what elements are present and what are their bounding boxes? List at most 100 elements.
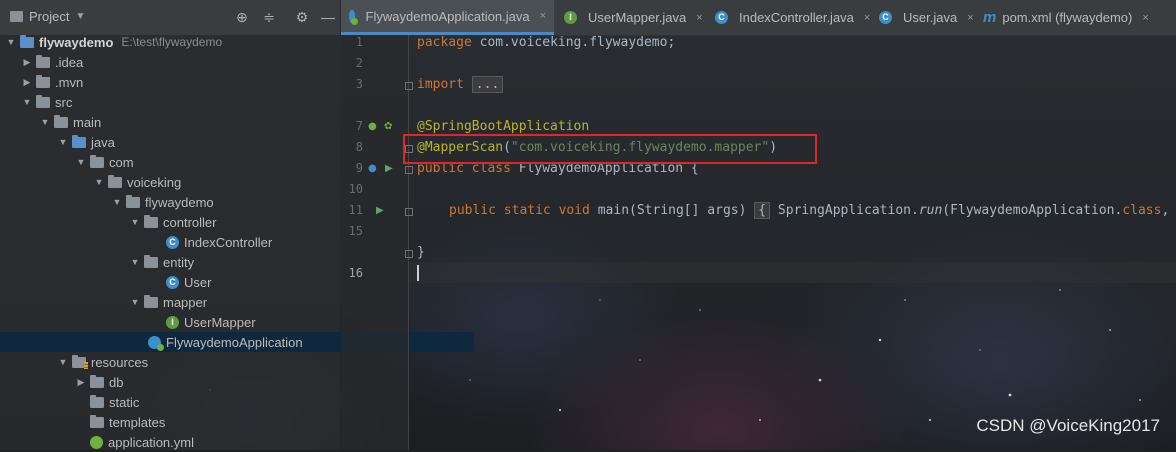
folder-icon [36, 54, 50, 68]
tree-item-label: static [109, 394, 140, 410]
project-view-selector[interactable]: Project ▼ [10, 9, 85, 24]
close-tab-icon[interactable]: × [540, 10, 546, 22]
folder-icon [36, 94, 50, 108]
source-folder-icon [72, 134, 86, 148]
package-icon [144, 294, 158, 308]
tree-item-label: mapper [163, 294, 208, 310]
tree-item-label: controller [163, 214, 217, 230]
collapsed-arrow-icon[interactable]: ▶ [22, 77, 32, 88]
expand-arrow-icon[interactable]: ▼ [130, 217, 140, 227]
tab-flywaydemoapplication[interactable]: FlywaydemoApplication.java × [341, 0, 554, 35]
expand-arrow-icon[interactable]: ▼ [130, 257, 140, 267]
package-icon [126, 194, 140, 208]
tree-item-label: flywaydemo [39, 34, 114, 50]
folder-icon [54, 114, 68, 128]
locate-file-icon[interactable]: ⊕ [234, 9, 250, 25]
tree-item-label: templates [109, 414, 166, 430]
expand-arrow-icon[interactable]: ▼ [22, 97, 32, 107]
spring-bean-gutter-icon[interactable]: ● [368, 121, 377, 132]
tree-item-label: resources [91, 354, 149, 370]
run-main-gutter-icon[interactable]: ▶ [376, 205, 384, 216]
tree-item-mvn[interactable]: ▶ .mvn [0, 72, 362, 92]
spring-boot-class-icon [148, 335, 164, 351]
tree-item-label: IndexController [184, 234, 273, 250]
fold-marker-icon[interactable] [405, 250, 413, 258]
project-panel-header: Project ▼ ⊕ ≑ ⚙ — [0, 0, 340, 36]
tab-usermapper[interactable]: I UserMapper.java × [556, 0, 711, 35]
code-line-1[interactable]: package com.voiceking.flywaydemo; [417, 35, 675, 50]
class-icon: C [166, 275, 179, 289]
folder-icon [36, 74, 50, 88]
collapsed-arrow-icon[interactable]: ▶ [76, 377, 86, 388]
close-tab-icon[interactable]: × [1142, 12, 1148, 24]
expand-arrow-icon[interactable]: ▼ [76, 157, 86, 167]
project-path: E:\test\flywaydemo [121, 35, 223, 49]
close-tab-icon[interactable]: × [864, 12, 870, 24]
line-number: 8 [355, 140, 363, 154]
tree-item-resources[interactable]: ▼ resources [0, 352, 398, 372]
tab-indexcontroller[interactable]: C IndexController.java × [707, 0, 878, 35]
expand-arrow-icon[interactable]: ▼ [130, 297, 140, 307]
tab-label: pom.xml (flywaydemo) [1002, 10, 1133, 25]
keyword: import [417, 77, 464, 92]
fold-marker-icon[interactable] [405, 208, 413, 216]
tab-pom-xml[interactable]: m pom.xml (flywaydemo) × [975, 0, 1157, 35]
folded-method-body[interactable]: { [754, 202, 771, 219]
package-icon [144, 254, 158, 268]
folder-icon [90, 414, 104, 428]
collapsed-arrow-icon[interactable]: ▶ [22, 57, 32, 68]
class-icon: C [166, 235, 179, 249]
tree-item-label: voiceking [127, 174, 182, 190]
folder-icon [90, 394, 104, 408]
gear-icon[interactable]: ⚙ [294, 9, 310, 25]
expand-arrow-icon[interactable]: ▼ [40, 117, 50, 127]
spring-leaf-gutter-icon[interactable]: ✿ [384, 121, 392, 132]
spring-class-gutter-icon[interactable]: ● [368, 163, 377, 174]
code-text: (FlywaydemoApplication. [942, 203, 1123, 218]
module-folder-icon [20, 34, 34, 48]
tree-item-label: entity [163, 254, 195, 270]
keyword: class [1122, 203, 1162, 218]
fold-marker-icon[interactable] [405, 166, 413, 174]
tree-item-label: FlywaydemoApplication [166, 334, 303, 350]
class-icon: C [715, 11, 728, 24]
maven-icon: m [983, 9, 997, 26]
minimize-panel-icon[interactable]: — [320, 9, 336, 25]
code-text: SpringApplication. [770, 203, 919, 218]
code-line-15[interactable]: } [417, 245, 425, 260]
keyword: public static void [449, 203, 590, 218]
resources-folder-icon [72, 354, 88, 369]
tree-item-usermapper[interactable]: I UserMapper [0, 312, 492, 332]
expand-arrow-icon[interactable]: ▼ [58, 137, 68, 147]
collapse-all-icon[interactable]: ≑ [261, 9, 277, 25]
expand-arrow-icon[interactable]: ▼ [112, 197, 122, 207]
tree-item-label: .idea [55, 54, 84, 70]
text-caret [417, 265, 419, 281]
tree-item-idea[interactable]: ▶ .idea [0, 52, 362, 72]
line-number: 1 [355, 35, 363, 49]
chevron-down-icon[interactable]: ▼ [75, 11, 85, 22]
tree-item-java[interactable]: ▼ java [0, 132, 398, 152]
tab-user[interactable]: C User.java × [871, 0, 982, 35]
editor-tab-bar: FlywaydemoApplication.java × I UserMappe… [341, 0, 1176, 36]
expand-arrow-icon[interactable]: ▼ [58, 357, 68, 367]
line-number-current: 16 [348, 266, 363, 280]
run-gutter-icon[interactable]: ▶ [385, 163, 393, 174]
tree-item-flywaydemo-root[interactable]: ▼ flywaydemo E:\test\flywaydemo [0, 32, 346, 52]
line-number: 3 [355, 77, 363, 91]
code-line-7[interactable]: @SpringBootApplication [417, 119, 589, 134]
line-number: 7 [355, 119, 363, 133]
tree-item-src[interactable]: ▼ src [0, 92, 362, 112]
code-line-3[interactable]: import ... [417, 76, 504, 93]
close-tab-icon[interactable]: × [696, 12, 702, 24]
folded-imports[interactable]: ... [471, 76, 504, 93]
expand-arrow-icon[interactable]: ▼ [94, 177, 104, 187]
tab-label: User.java [903, 10, 958, 25]
expand-arrow-icon[interactable]: ▼ [6, 37, 16, 47]
interface-icon: I [166, 315, 179, 329]
close-tab-icon[interactable]: × [967, 12, 973, 24]
code-line-11[interactable]: public static void main(String[] args) {… [449, 202, 1169, 219]
editor-gutter [341, 35, 409, 450]
tree-item-main[interactable]: ▼ main [0, 112, 380, 132]
fold-marker-icon[interactable] [405, 82, 413, 90]
